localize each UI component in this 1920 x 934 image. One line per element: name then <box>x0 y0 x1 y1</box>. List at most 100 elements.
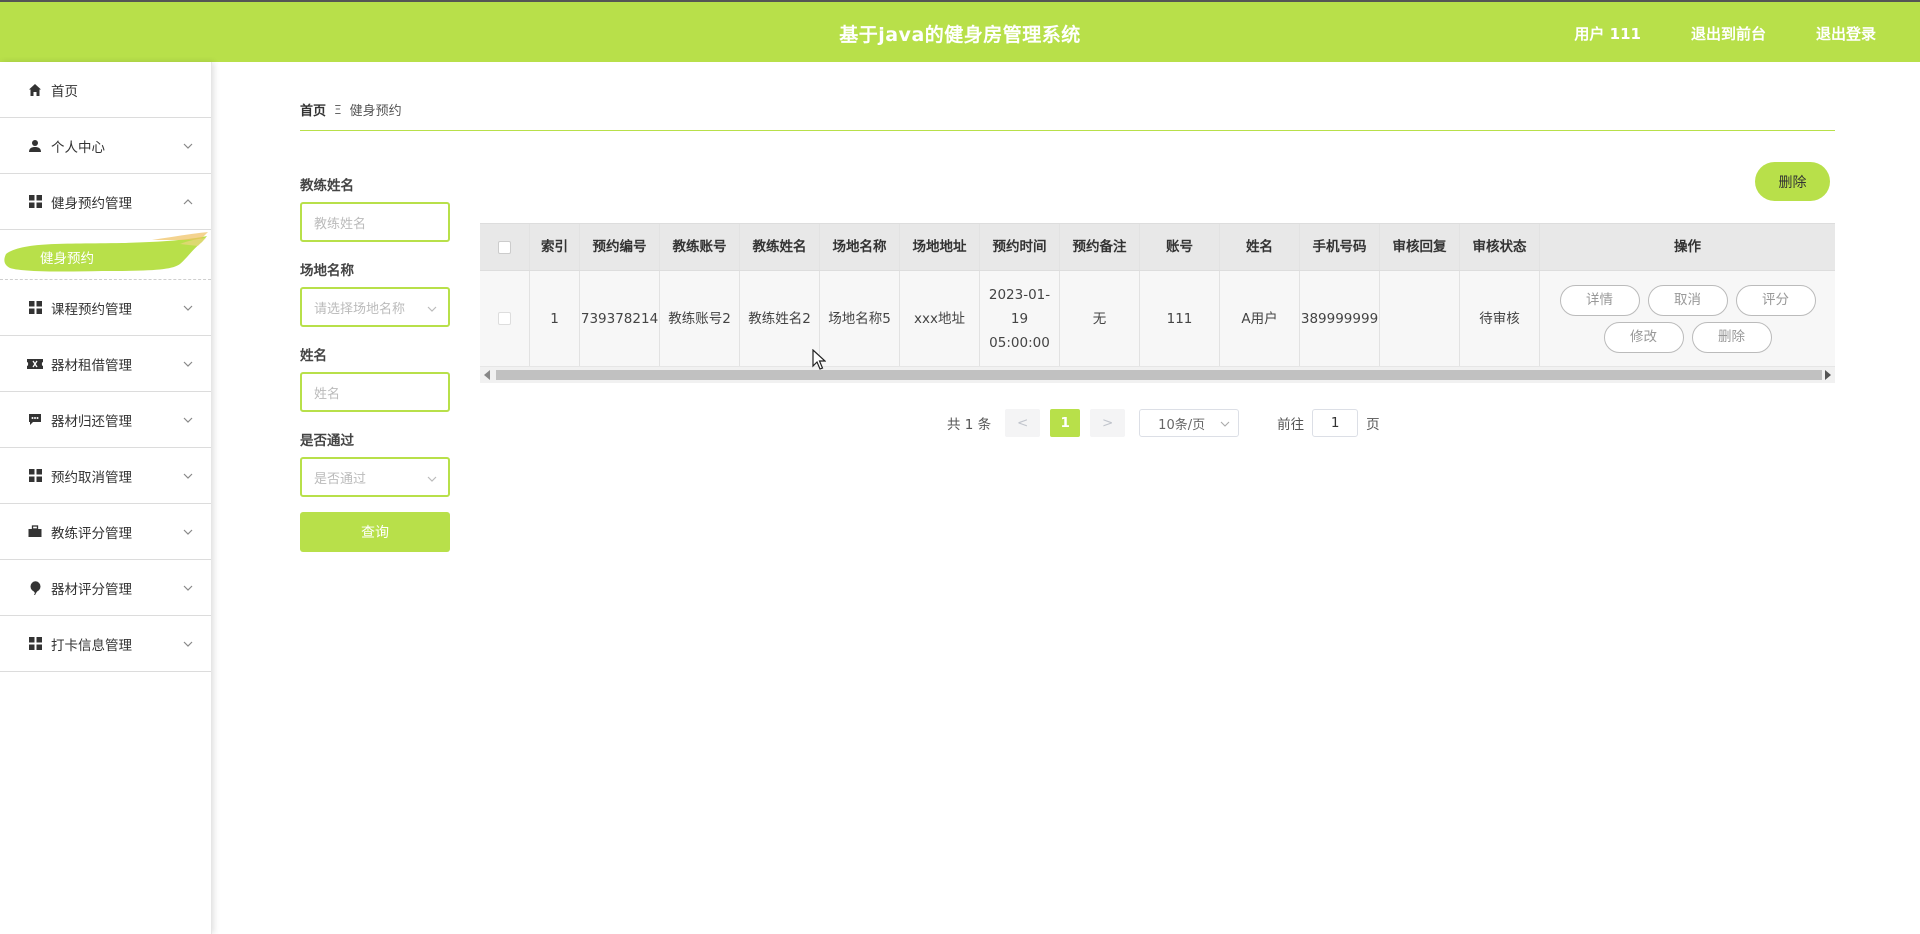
prev-page-button[interactable]: < <box>1005 409 1041 437</box>
coach-name-input[interactable]: 教练姓名 <box>300 202 450 242</box>
row-select-cell <box>480 271 530 366</box>
breadcrumb-separator: Ξ <box>334 102 342 117</box>
chevron-down-icon <box>183 529 193 535</box>
row-checkbox[interactable] <box>498 312 511 325</box>
cell-review-status: 待审核 <box>1460 271 1540 366</box>
grid-icon <box>27 636 43 652</box>
select-all-checkbox[interactable] <box>498 240 511 254</box>
query-button[interactable]: 查询 <box>300 512 450 552</box>
chevron-down-icon <box>183 585 193 591</box>
name-label: 姓名 <box>300 348 327 364</box>
sidebar-submenu-fitness-booking[interactable]: 健身预约 <box>0 230 211 280</box>
cell-coach-name: 教练姓名2 <box>740 271 820 366</box>
page-number-button[interactable]: 1 <box>1050 409 1081 437</box>
cell-ops: 详情 取消 评分 修改 删除 <box>1540 271 1835 366</box>
col-header-ops: 操作 <box>1674 239 1701 255</box>
sidebar-item-label: 器材租借管理 <box>51 357 132 374</box>
top-header: 基于java的健身房管理系统 用户 111 退出到前台 退出登录 <box>0 0 1920 62</box>
col-header-name: 姓名 <box>1220 224 1300 270</box>
cell-venue-name: 场地名称5 <box>820 271 900 366</box>
passed-select[interactable]: 是否通过 <box>300 457 450 497</box>
pagination: 共 1 条 < 1 > 10条/页 前往 1 页 <box>947 409 1380 437</box>
cell-remark: 无 <box>1060 271 1140 366</box>
goto-suffix: 页 <box>1366 417 1380 433</box>
col-header-coach-account: 教练账号 <box>660 224 740 270</box>
breadcrumb-divider <box>300 130 1835 131</box>
detail-button[interactable]: 详情 <box>1559 284 1640 316</box>
delete-button[interactable]: 删除 <box>1755 162 1830 201</box>
sidebar-item-personal-center[interactable]: 个人中心 <box>0 118 211 174</box>
venue-name-placeholder: 请选择场地名称 <box>314 301 406 317</box>
sidebar-item-coach-rating-mgmt[interactable]: 教练评分管理 <box>0 504 211 560</box>
cell-account: 111 <box>1140 271 1220 366</box>
goto-prefix: 前往 <box>1277 417 1305 433</box>
cell-review-reply <box>1380 271 1460 366</box>
name-input[interactable]: 姓名 <box>300 372 450 412</box>
col-header-coach-name: 教练姓名 <box>740 224 820 270</box>
ticket-icon <box>27 356 43 372</box>
col-header-account: 账号 <box>1140 224 1220 270</box>
passed-label: 是否通过 <box>300 433 354 449</box>
sidebar-item-equipment-rating-mgmt[interactable]: 器材评分管理 <box>0 560 211 616</box>
chevron-down-icon <box>183 417 193 423</box>
sidebar-item-checkin-mgmt[interactable]: 打卡信息管理 <box>0 616 211 672</box>
page-size-select[interactable]: 10条/页 <box>1139 409 1240 437</box>
breadcrumb: 首页 Ξ 健身预约 <box>300 100 402 120</box>
col-header-review-status: 审核状态 <box>1460 224 1540 270</box>
user-link[interactable]: 用户 111 <box>1574 23 1641 44</box>
venue-name-label: 场地名称 <box>300 263 354 279</box>
sidebar-item-label: 教练评分管理 <box>51 525 132 542</box>
col-header-venue-name: 场地名称 <box>820 224 900 270</box>
sidebar: 首页 个人中心 健身预约管理 健身预约 课程预约管理 器材租借管理 器材归还管理… <box>0 62 212 934</box>
coach-name-label: 教练姓名 <box>300 178 354 194</box>
balloon-icon <box>27 580 43 596</box>
sidebar-item-home[interactable]: 首页 <box>0 62 211 118</box>
cell-booking-time: 2023-01-19 05:00:00 <box>980 271 1060 366</box>
logout-link[interactable]: 退出登录 <box>1816 23 1876 44</box>
breadcrumb-current: 健身预约 <box>349 104 402 119</box>
col-header-venue-address: 场地地址 <box>900 224 980 270</box>
edit-button[interactable]: 修改 <box>1603 321 1684 353</box>
home-icon <box>27 82 43 98</box>
cell-booking-no: 1673937821405 <box>580 271 660 366</box>
col-header-booking-no: 预约编号 <box>580 224 660 270</box>
header-links: 用户 111 退出到前台 退出登录 <box>1574 23 1876 44</box>
sidebar-item-fitness-booking-mgmt[interactable]: 健身预约管理 <box>0 174 211 230</box>
row-delete-button[interactable]: 删除 <box>1691 321 1772 353</box>
chevron-down-icon <box>183 305 193 311</box>
pagination-total: 共 1 条 <box>947 417 992 433</box>
sidebar-item-label: 预约取消管理 <box>51 469 132 486</box>
exit-to-front-link[interactable]: 退出到前台 <box>1691 23 1766 44</box>
sidebar-item-equipment-return-mgmt[interactable]: 器材归还管理 <box>0 392 211 448</box>
select-all-cell <box>480 224 530 270</box>
breadcrumb-home[interactable]: 首页 <box>300 100 326 119</box>
col-header-booking-time: 预约时间 <box>980 224 1060 270</box>
scroll-left-arrow-icon[interactable] <box>484 370 490 380</box>
coach-name-placeholder: 教练姓名 <box>314 216 367 232</box>
sidebar-subitem-fitness-booking[interactable]: 健身预约 <box>40 247 94 267</box>
venue-name-select[interactable]: 请选择场地名称 <box>300 287 450 327</box>
chevron-up-icon <box>183 199 193 205</box>
grid-icon <box>27 194 43 210</box>
chevron-down-icon <box>183 641 193 647</box>
sidebar-item-label: 器材评分管理 <box>51 581 132 598</box>
rate-button[interactable]: 评分 <box>1735 284 1816 316</box>
col-header-phone: 手机号码 <box>1300 224 1380 270</box>
col-header-review-reply: 审核回复 <box>1380 224 1460 270</box>
sidebar-item-label: 器材归还管理 <box>51 413 132 430</box>
next-page-button[interactable]: > <box>1090 409 1126 437</box>
scroll-right-arrow-icon[interactable] <box>1825 370 1831 380</box>
sidebar-item-booking-cancel-mgmt[interactable]: 预约取消管理 <box>0 448 211 504</box>
user-icon <box>27 138 43 154</box>
sidebar-item-course-booking-mgmt[interactable]: 课程预约管理 <box>0 280 211 336</box>
horizontal-scrollbar[interactable] <box>480 367 1835 383</box>
cell-phone: 13899999999 <box>1300 271 1380 366</box>
col-header-index: 索引 <box>530 224 580 270</box>
sidebar-item-equipment-rental-mgmt[interactable]: 器材租借管理 <box>0 336 211 392</box>
scrollbar-thumb[interactable] <box>496 370 1822 380</box>
goto-page-input[interactable]: 1 <box>1312 409 1359 437</box>
table-row: 1 1673937821405 教练账号2 教练姓名2 场地名称5 xxx地址 … <box>480 271 1835 367</box>
sidebar-item-label: 个人中心 <box>51 139 105 156</box>
cancel-button[interactable]: 取消 <box>1647 284 1728 316</box>
cell-coach-account: 教练账号2 <box>660 271 740 366</box>
